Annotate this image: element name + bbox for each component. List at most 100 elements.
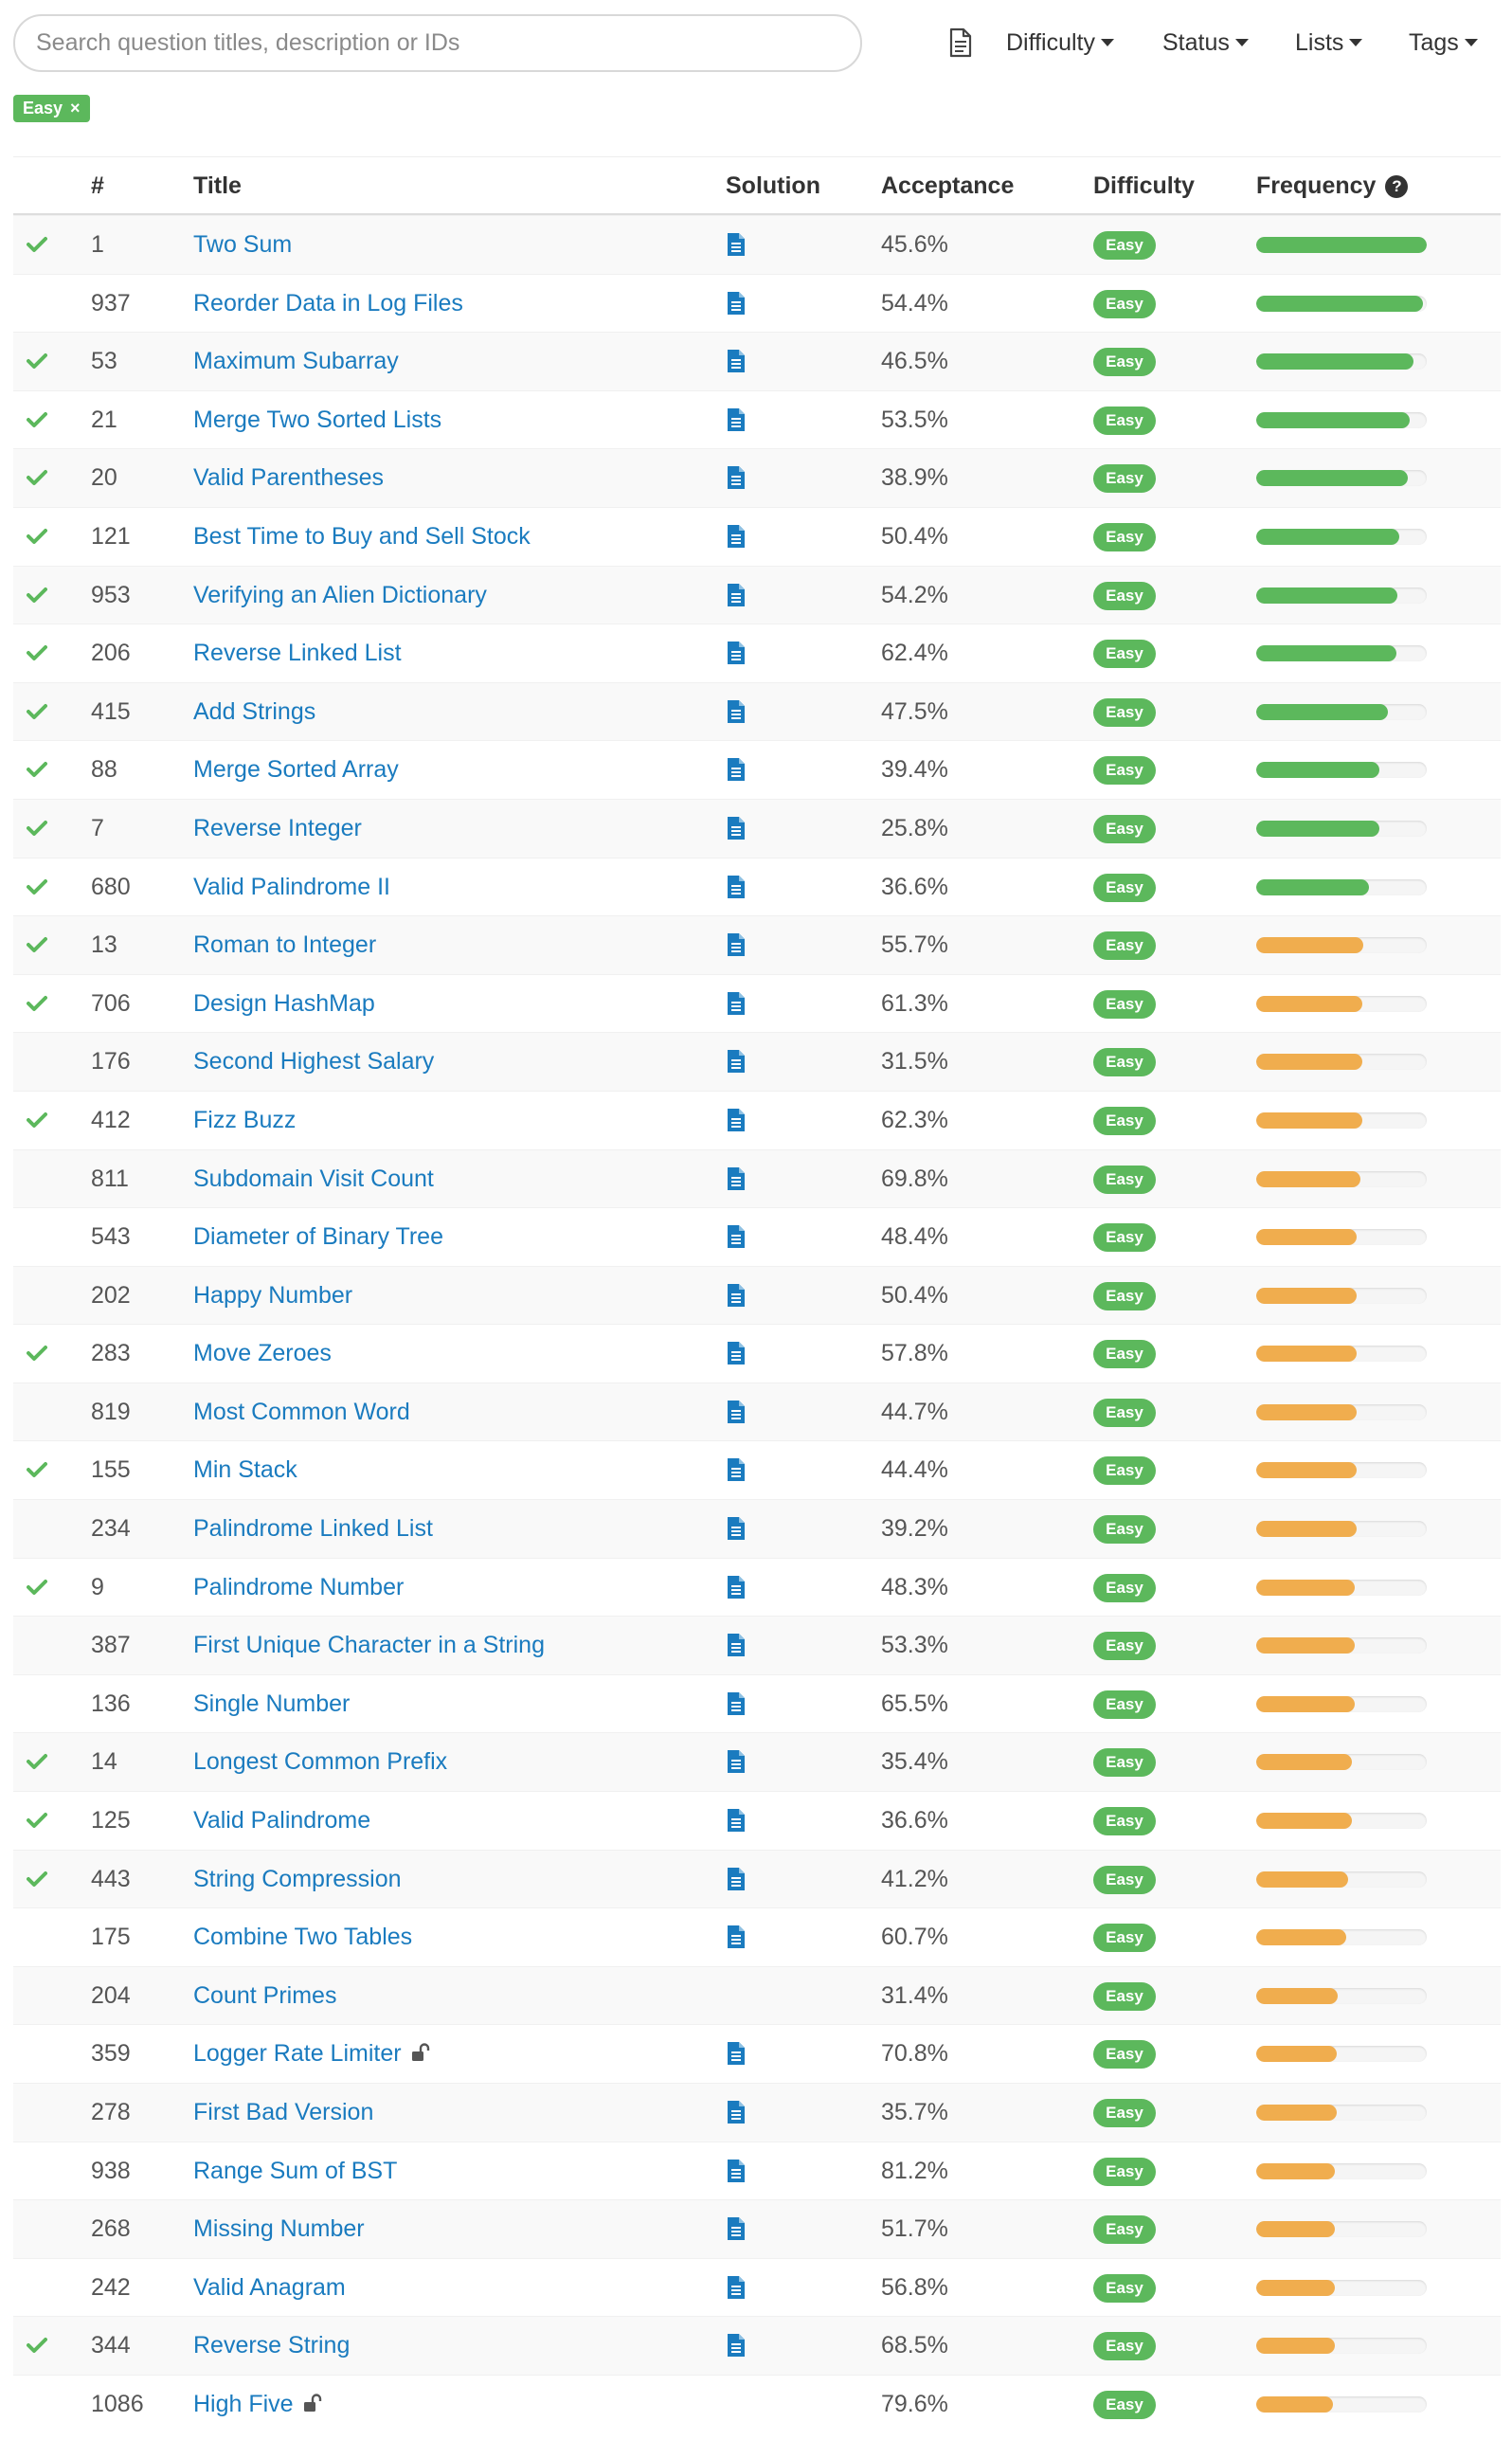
solution-cell[interactable] xyxy=(726,1675,754,1733)
solution-document-icon[interactable] xyxy=(726,1749,747,1774)
solution-document-icon[interactable] xyxy=(726,816,747,840)
problem-title-link[interactable]: Merge Two Sorted Lists xyxy=(193,391,441,449)
solution-cell[interactable] xyxy=(726,1559,754,1617)
problem-title-link[interactable]: First Unique Character in a String xyxy=(193,1617,545,1674)
solution-cell[interactable] xyxy=(726,2317,754,2375)
solution-cell[interactable] xyxy=(726,2200,754,2258)
solution-cell[interactable] xyxy=(726,567,754,624)
solution-document-icon[interactable] xyxy=(726,2041,747,2066)
problem-title-link[interactable]: Maximum Subarray xyxy=(193,333,399,390)
solution-cell[interactable] xyxy=(726,1500,754,1558)
problem-title-link[interactable]: Count Primes xyxy=(193,1967,336,2025)
solution-cell[interactable] xyxy=(726,1617,754,1674)
solution-document-icon[interactable] xyxy=(726,1224,747,1249)
problem-title-link[interactable]: Happy Number xyxy=(193,1267,352,1325)
solution-document-icon[interactable] xyxy=(726,1166,747,1191)
solution-document-icon[interactable] xyxy=(726,2100,747,2124)
solution-cell[interactable] xyxy=(726,1208,754,1266)
problem-title-link[interactable]: Fizz Buzz xyxy=(193,1092,296,1149)
problem-title-link[interactable]: Best Time to Buy and Sell Stock xyxy=(193,508,531,566)
problem-title-link[interactable]: High Five xyxy=(193,2376,324,2433)
solution-cell[interactable] xyxy=(726,2142,754,2200)
solution-document-icon[interactable] xyxy=(726,1049,747,1074)
solution-document-icon[interactable] xyxy=(726,291,747,316)
problem-title-link[interactable]: Logger Rate Limiter xyxy=(193,2025,432,2083)
solution-document-icon[interactable] xyxy=(726,2159,747,2183)
solution-cell[interactable] xyxy=(726,624,754,682)
solution-document-icon[interactable] xyxy=(726,2275,747,2300)
solution-cell[interactable] xyxy=(726,2259,754,2317)
column-header-solution[interactable]: Solution xyxy=(726,157,820,214)
solution-cell[interactable] xyxy=(726,333,754,390)
solution-cell[interactable] xyxy=(726,449,754,507)
solution-cell[interactable] xyxy=(726,1033,754,1091)
solution-document-icon[interactable] xyxy=(726,757,747,782)
lists-dropdown[interactable]: Lists xyxy=(1295,24,1363,62)
solution-document-icon[interactable] xyxy=(726,465,747,490)
solution-document-icon[interactable] xyxy=(726,875,747,899)
solution-document-icon[interactable] xyxy=(726,1283,747,1308)
problem-title-link[interactable]: Design HashMap xyxy=(193,975,375,1033)
tags-dropdown[interactable]: Tags xyxy=(1409,24,1478,62)
problem-title-link[interactable]: Palindrome Linked List xyxy=(193,1500,433,1558)
solution-cell[interactable] xyxy=(726,275,754,333)
solution-cell[interactable] xyxy=(726,975,754,1033)
problem-title-link[interactable]: Valid Palindrome xyxy=(193,1792,370,1850)
solution-cell[interactable] xyxy=(726,858,754,916)
problem-title-link[interactable]: Second Highest Salary xyxy=(193,1033,434,1091)
solution-document-icon[interactable] xyxy=(726,1925,747,1949)
solution-document-icon[interactable] xyxy=(726,1633,747,1657)
solution-document-icon[interactable] xyxy=(726,932,747,957)
solution-document-icon[interactable] xyxy=(726,1516,747,1541)
solution-document-icon[interactable] xyxy=(726,1575,747,1600)
problem-title-link[interactable]: Roman to Integer xyxy=(193,916,376,974)
remove-filter-icon[interactable]: × xyxy=(70,95,81,122)
problem-title-link[interactable]: Move Zeroes xyxy=(193,1325,332,1383)
problem-title-link[interactable]: Min Stack xyxy=(193,1441,297,1499)
problem-title-link[interactable]: Reverse Linked List xyxy=(193,624,402,682)
status-dropdown[interactable]: Status xyxy=(1162,24,1249,62)
solution-cell[interactable] xyxy=(726,508,754,566)
solution-cell[interactable] xyxy=(726,2025,754,2083)
problem-title-link[interactable]: Reverse String xyxy=(193,2317,350,2375)
problem-title-link[interactable]: Missing Number xyxy=(193,2200,365,2258)
solution-cell[interactable] xyxy=(726,1733,754,1791)
solution-cell[interactable] xyxy=(726,741,754,799)
solution-document-icon[interactable] xyxy=(726,1400,747,1424)
solution-document-icon[interactable] xyxy=(726,1341,747,1365)
column-header-num[interactable]: # xyxy=(91,157,104,214)
solution-cell[interactable] xyxy=(726,1441,754,1499)
solution-cell[interactable] xyxy=(726,391,754,449)
solution-cell[interactable] xyxy=(726,1150,754,1208)
problem-title-link[interactable]: Valid Palindrome II xyxy=(193,858,390,916)
column-header-acceptance[interactable]: Acceptance xyxy=(881,157,1014,214)
column-header-title[interactable]: Title xyxy=(193,157,242,214)
solution-document-icon[interactable] xyxy=(726,641,747,665)
solution-document-icon[interactable] xyxy=(726,349,747,373)
problem-title-link[interactable]: Merge Sorted Array xyxy=(193,741,399,799)
problem-title-link[interactable]: Most Common Word xyxy=(193,1383,410,1441)
solution-cell[interactable] xyxy=(726,1092,754,1149)
problem-title-link[interactable]: Longest Common Prefix xyxy=(193,1733,447,1791)
solution-cell[interactable] xyxy=(726,2084,754,2142)
solution-document-icon[interactable] xyxy=(726,1867,747,1891)
solution-cell[interactable] xyxy=(726,1267,754,1325)
solution-document-icon[interactable] xyxy=(726,524,747,549)
problem-title-link[interactable]: Diameter of Binary Tree xyxy=(193,1208,443,1266)
problem-title-link[interactable]: Verifying an Alien Dictionary xyxy=(193,567,487,624)
solution-document-icon[interactable] xyxy=(726,1808,747,1833)
problem-title-link[interactable]: Two Sum xyxy=(193,216,292,274)
document-icon[interactable] xyxy=(947,27,974,58)
problem-title-link[interactable]: Valid Parentheses xyxy=(193,449,384,507)
solution-cell[interactable] xyxy=(726,1908,754,1966)
solution-document-icon[interactable] xyxy=(726,2333,747,2358)
problem-title-link[interactable]: Combine Two Tables xyxy=(193,1908,412,1966)
solution-document-icon[interactable] xyxy=(726,699,747,724)
solution-cell[interactable] xyxy=(726,800,754,858)
solution-cell[interactable] xyxy=(726,1325,754,1383)
solution-document-icon[interactable] xyxy=(726,1108,747,1132)
solution-document-icon[interactable] xyxy=(726,232,747,257)
solution-document-icon[interactable] xyxy=(726,407,747,432)
problem-title-link[interactable]: Reorder Data in Log Files xyxy=(193,275,463,333)
problem-title-link[interactable]: First Bad Version xyxy=(193,2084,373,2142)
